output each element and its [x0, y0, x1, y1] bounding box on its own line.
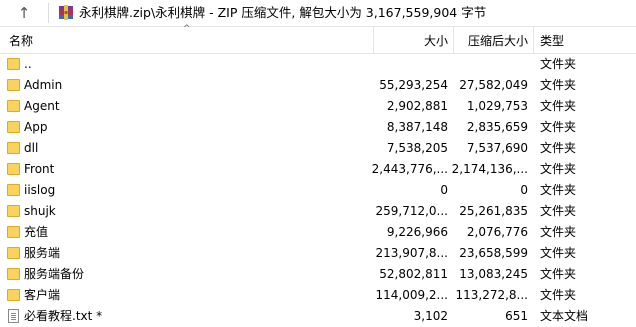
folder-icon	[7, 141, 21, 155]
item-type: 文件夹	[540, 78, 577, 92]
item-type: 文件夹	[540, 225, 577, 239]
item-name: 服务端	[24, 246, 61, 260]
item-name: Front	[24, 162, 55, 176]
item-type: 文件夹	[540, 162, 577, 176]
list-item[interactable]: .. 文件夹	[0, 54, 636, 75]
item-packed-size: 1,029,753	[466, 99, 528, 113]
list-item[interactable]: dll 7,538,205 7,537,690 文件夹	[0, 138, 636, 159]
item-size: 2,902,881	[386, 99, 448, 113]
column-divider[interactable]	[373, 27, 374, 54]
item-packed-size: 651	[505, 309, 528, 323]
item-name: App	[24, 120, 48, 134]
item-name: 服务端备份	[24, 267, 85, 281]
list-item[interactable]: 服务端 213,907,8... 23,658,599 文件夹	[0, 243, 636, 264]
item-type: 文件夹	[540, 267, 577, 281]
item-size: 7,538,205	[386, 141, 448, 155]
list-item[interactable]: 充值 9,226,966 2,076,776 文件夹	[0, 222, 636, 243]
list-item[interactable]: 必看教程.txt * 3,102 651 文本文档	[0, 306, 636, 327]
item-type: 文件夹	[540, 288, 577, 302]
item-size: 2,443,776,...	[371, 162, 448, 176]
folder-icon	[7, 288, 21, 302]
column-header: 名称 ^ 大小 压缩后大小 类型	[0, 24, 636, 54]
item-name: dll	[24, 141, 39, 155]
column-divider[interactable]	[533, 27, 534, 54]
list-item[interactable]: shujk 259,712,0... 25,261,835 文件夹	[0, 201, 636, 222]
address-bar: ↑ 永利棋牌.zip\永利棋牌 - ZIP 压缩文件, 解包大小为 3,167,…	[0, 0, 636, 27]
item-size: 0	[440, 183, 448, 197]
folder-icon	[7, 246, 21, 260]
item-name: Agent	[24, 99, 60, 113]
folder-icon	[7, 204, 21, 218]
folder-icon	[7, 183, 21, 197]
folder-icon	[7, 225, 21, 239]
folder-icon	[7, 78, 21, 92]
item-packed-size: 25,261,835	[459, 204, 528, 218]
item-packed-size: 27,582,049	[459, 78, 528, 92]
archive-path[interactable]: 永利棋牌.zip\永利棋牌 - ZIP 压缩文件, 解包大小为 3,167,55…	[79, 0, 486, 26]
item-size: 8,387,148	[386, 120, 448, 134]
list-item[interactable]: App 8,387,148 2,835,659 文件夹	[0, 117, 636, 138]
folder-icon	[7, 267, 21, 281]
item-packed-size: 2,076,776	[466, 225, 528, 239]
folder-icon	[7, 162, 21, 176]
item-type: 文件夹	[540, 183, 577, 197]
up-arrow-icon[interactable]: ↑	[0, 0, 48, 26]
item-type: 文件夹	[540, 141, 577, 155]
item-size: 9,226,966	[386, 225, 448, 239]
list-item[interactable]: 客户端 114,009,2... 113,272,8... 文件夹	[0, 285, 636, 306]
item-size: 213,907,8...	[375, 246, 448, 260]
list-item[interactable]: Agent 2,902,881 1,029,753 文件夹	[0, 96, 636, 117]
item-packed-size: 2,174,136,...	[451, 162, 528, 176]
item-size: 114,009,2...	[375, 288, 448, 302]
item-type: 文件夹	[540, 204, 577, 218]
column-divider[interactable]	[453, 27, 454, 54]
list-item[interactable]: 服务端备份 52,802,811 13,083,245 文件夹	[0, 264, 636, 285]
folder-icon	[7, 120, 21, 134]
item-type: 文件夹	[540, 120, 577, 134]
item-name: Admin	[24, 78, 63, 92]
archive-icon	[59, 5, 73, 20]
item-name: 客户端	[24, 288, 61, 302]
item-packed-size: 113,272,8...	[455, 288, 528, 302]
item-size: 3,102	[413, 309, 448, 323]
column-packed-size[interactable]: 压缩后大小	[468, 27, 528, 53]
item-size: 55,293,254	[379, 78, 448, 92]
column-size[interactable]: 大小	[424, 27, 448, 53]
item-packed-size: 2,835,659	[466, 120, 528, 134]
item-packed-size: 13,083,245	[459, 267, 528, 281]
item-packed-size: 0	[520, 183, 528, 197]
column-name[interactable]: 名称	[9, 27, 33, 53]
item-name: 充值	[24, 225, 49, 239]
text-file-icon	[7, 309, 21, 323]
item-size: 52,802,811	[379, 267, 448, 281]
item-packed-size: 23,658,599	[459, 246, 528, 260]
item-name: 必看教程.txt *	[24, 309, 103, 323]
address-separator	[48, 3, 49, 23]
item-size: 259,712,0...	[375, 204, 448, 218]
folder-icon	[7, 99, 21, 113]
item-name: iislog	[24, 183, 56, 197]
item-type: 文件夹	[540, 246, 577, 260]
list-item[interactable]: iislog 0 0 文件夹	[0, 180, 636, 201]
list-item[interactable]: Front 2,443,776,... 2,174,136,... 文件夹	[0, 159, 636, 180]
item-type: 文本文档	[540, 309, 589, 323]
item-type: 文件夹	[540, 57, 577, 71]
sort-caret-icon: ^	[183, 24, 191, 34]
column-type[interactable]: 类型	[540, 27, 564, 53]
item-name: shujk	[24, 204, 56, 218]
item-packed-size: 7,537,690	[466, 141, 528, 155]
item-type: 文件夹	[540, 99, 577, 113]
folder-icon	[7, 57, 21, 71]
list-item[interactable]: Admin 55,293,254 27,582,049 文件夹	[0, 75, 636, 96]
item-name: ..	[24, 57, 32, 71]
